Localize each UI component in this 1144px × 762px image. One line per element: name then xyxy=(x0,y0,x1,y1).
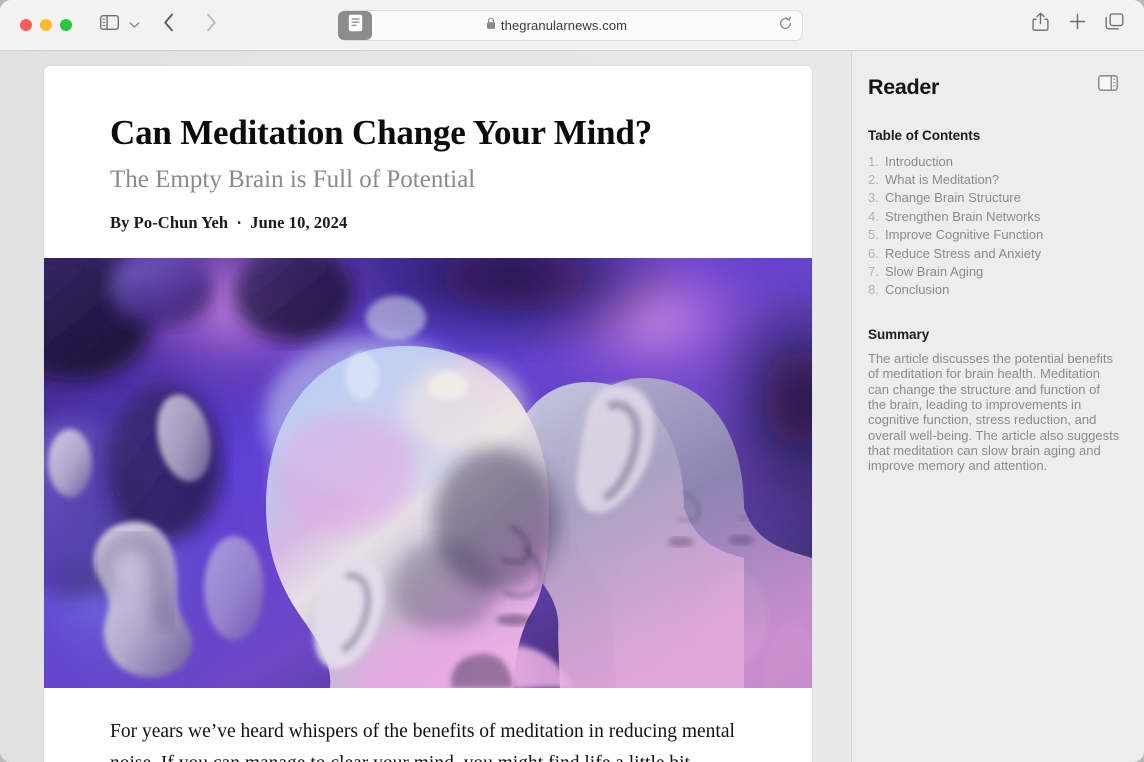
toc-item[interactable]: 8. Conclusion xyxy=(868,281,1120,299)
toc-item-label: Improve Cognitive Function xyxy=(885,227,1044,243)
article-subtitle: The Empty Brain is Full of Potential xyxy=(110,165,476,193)
address-bar[interactable]: thegranularnews.com xyxy=(340,10,803,41)
tab-overview-button[interactable] xyxy=(1100,11,1128,37)
toc-item-label: Slow Brain Aging xyxy=(885,263,984,279)
url-text: thegranularnews.com xyxy=(500,18,628,33)
browser-window: thegranularnews.com Can Meditation Chang… xyxy=(0,0,1144,762)
reader-panel-title: Reader xyxy=(868,75,940,99)
sidebar-panel-icon xyxy=(1098,74,1118,96)
reader-document-icon xyxy=(348,14,363,37)
reader-header: Reader xyxy=(868,74,1120,100)
toc-item[interactable]: 1. Introduction xyxy=(868,152,1120,170)
toc-item[interactable]: 5. Improve Cognitive Function xyxy=(868,226,1120,244)
navigation-buttons xyxy=(155,12,225,38)
toc-item-label: Change Brain Structure xyxy=(885,190,1021,206)
address-bar-content: thegranularnews.com xyxy=(341,17,772,35)
forward-button[interactable] xyxy=(197,12,225,38)
maximize-button[interactable] xyxy=(60,19,72,31)
byline-date: June 10, 2024 xyxy=(250,213,348,233)
article-header: Can Meditation Change Your Mind? The Emp… xyxy=(44,66,812,233)
share-icon xyxy=(1031,12,1049,36)
plus-icon xyxy=(1069,13,1086,35)
toc-item-label: Introduction xyxy=(885,153,953,169)
toc-item[interactable]: 6. Reduce Stress and Anxiety xyxy=(868,244,1120,262)
toc-item-label: Strengthen Brain Networks xyxy=(885,208,1041,224)
browser-toolbar: thegranularnews.com xyxy=(0,0,1144,51)
reload-icon xyxy=(778,16,793,36)
chevron-left-icon xyxy=(163,13,175,37)
reader-panel-toggle-button[interactable] xyxy=(1096,74,1120,96)
minimize-button[interactable] xyxy=(40,19,52,31)
article-title: Can Meditation Change Your Mind? xyxy=(110,113,652,152)
toc-item-number: 2. xyxy=(868,171,879,187)
toc-item-number: 3. xyxy=(868,190,879,206)
sidebar-icon xyxy=(99,14,119,35)
chevron-right-icon xyxy=(205,13,217,37)
content-area: Can Meditation Change Your Mind? The Emp… xyxy=(0,51,1144,762)
tab-overview-icon xyxy=(1105,12,1124,36)
toc-item-number: 5. xyxy=(868,227,879,243)
toc-item-label: Reduce Stress and Anxiety xyxy=(885,245,1042,261)
table-of-contents-list: 1. Introduction 2. What is Meditation? 3. Cha… xyxy=(868,152,1120,299)
sidebar-toggle-button[interactable] xyxy=(95,12,123,38)
new-tab-button[interactable] xyxy=(1063,11,1091,37)
toc-item[interactable]: 7. Slow Brain Aging xyxy=(868,262,1120,280)
toc-heading: Table of Contents xyxy=(868,128,981,143)
toolbar-right-actions xyxy=(1026,11,1128,37)
reader-mode-button[interactable] xyxy=(338,11,372,40)
reload-button[interactable] xyxy=(772,13,798,39)
back-button[interactable] xyxy=(155,12,183,38)
article-body-paragraph: For years we’ve heard whispers of the be… xyxy=(110,721,735,762)
article-card: Can Meditation Change Your Mind? The Emp… xyxy=(44,66,812,762)
toc-item[interactable]: 2. What is Meditation? xyxy=(868,170,1120,188)
toc-item[interactable]: 4. Strengthen Brain Networks xyxy=(868,207,1120,225)
article-byline: By Po-Chun Yeh · June 10, 2024 xyxy=(110,213,746,233)
toc-item[interactable]: 3. Change Brain Structure xyxy=(868,189,1120,207)
toc-item-number: 7. xyxy=(868,263,879,279)
toc-item-number: 8. xyxy=(868,282,879,298)
toc-item-label: What is Meditation? xyxy=(885,171,1000,187)
reader-sidebar: Reader Table of Contents 1. Introduction… xyxy=(851,51,1144,762)
toc-item-number: 4. xyxy=(868,208,879,224)
sidebar-menu-button[interactable] xyxy=(123,12,145,38)
summary-body: The article discusses the potential bene… xyxy=(868,351,1120,474)
lock-icon xyxy=(486,17,496,35)
byline-author: By Po-Chun Yeh xyxy=(110,213,229,233)
share-button[interactable] xyxy=(1026,11,1054,37)
toc-item-label: Conclusion xyxy=(885,282,950,298)
summary-heading: Summary xyxy=(868,327,930,343)
sidebar-controls xyxy=(95,12,145,38)
close-button[interactable] xyxy=(20,19,32,31)
article-hero-image xyxy=(44,258,812,689)
byline-separator: · xyxy=(236,213,242,233)
toc-item-number: 6. xyxy=(868,245,879,261)
web-content-pane[interactable]: Can Meditation Change Your Mind? The Emp… xyxy=(0,51,851,762)
window-controls xyxy=(20,19,72,31)
chevron-down-icon xyxy=(128,16,140,34)
toc-item-number: 1. xyxy=(868,153,879,169)
